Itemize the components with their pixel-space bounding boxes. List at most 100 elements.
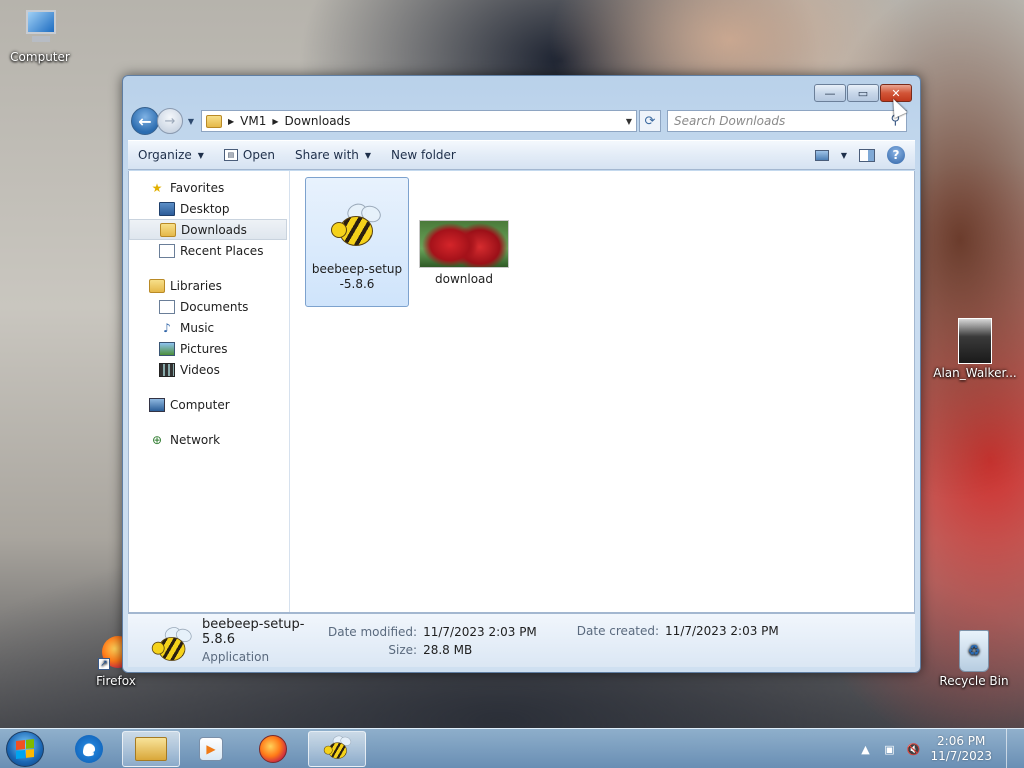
firefox-icon: [259, 735, 287, 763]
clock-time: 2:06 PM: [937, 734, 986, 748]
music-icon: ♪: [163, 320, 171, 335]
help-icon[interactable]: ?: [887, 146, 905, 164]
star-icon: ★: [151, 180, 163, 195]
nav-label: Videos: [180, 362, 220, 377]
network-status-icon[interactable]: ▣: [882, 742, 896, 756]
nav-item-desktop[interactable]: Desktop: [129, 198, 289, 219]
file-name: beebeep-setup-5.8.6: [311, 262, 403, 291]
taskbar-internet-explorer[interactable]: e: [60, 731, 118, 767]
desktop-icon-alan-walker[interactable]: Alan_Walker...: [933, 318, 1017, 380]
file-name: download: [434, 272, 494, 286]
bee-icon: [149, 622, 194, 661]
minimize-button[interactable]: —: [814, 84, 846, 102]
back-arrow-icon: ←: [138, 111, 152, 131]
file-list[interactable]: beebeep-setup-5.8.6 download: [290, 171, 914, 612]
desktop-icon: [159, 201, 175, 216]
address-dropdown-icon[interactable]: ▼: [626, 117, 632, 126]
nav-label: Desktop: [180, 201, 230, 216]
details-file-type: Application: [202, 650, 270, 664]
recent-places-icon: [159, 243, 175, 258]
desktop-icon-computer[interactable]: Computer: [0, 8, 80, 64]
strawberry-thumbnail-icon: [419, 220, 509, 268]
command-bar: Organize ▼ ▤ Open Share with ▼ New folde…: [128, 140, 915, 170]
address-bar[interactable]: ▶ VM1 ▶ Downloads ▼: [201, 110, 637, 132]
nav-item-favorites[interactable]: ★ Favorites: [129, 177, 289, 198]
nav-label: Network: [170, 432, 221, 447]
nav-item-network[interactable]: ⊕ Network: [129, 429, 289, 450]
breadcrumb-separator-icon[interactable]: ▶: [272, 117, 278, 126]
explorer-body: ★ Favorites Desktop Downloads Recent Pla…: [128, 171, 915, 613]
refresh-icon: ⟳: [644, 113, 656, 129]
taskbar: e ▶ ▲ ▣ 🔇 2:06 PM 11/7/2023: [0, 728, 1024, 768]
new-folder-button[interactable]: New folder: [381, 141, 466, 169]
nav-label: Documents: [180, 299, 249, 314]
show-hidden-icons-icon[interactable]: ▲: [858, 742, 872, 756]
open-button[interactable]: ▤ Open: [214, 141, 285, 169]
folder-icon: [135, 737, 167, 761]
nav-item-videos[interactable]: Videos: [129, 359, 289, 380]
nav-label: Downloads: [181, 222, 247, 237]
bee-icon: [322, 733, 353, 766]
recycle-bin-icon: ♻: [959, 630, 989, 672]
details-file-name: beebeep-setup-5.8.6: [202, 617, 305, 647]
desktop-icon-label: Computer: [10, 50, 70, 64]
search-box[interactable]: ⚲: [667, 110, 907, 132]
maximize-button[interactable]: ▭: [847, 84, 879, 102]
computer-icon: [149, 397, 165, 412]
internet-explorer-icon: e: [75, 735, 103, 763]
navigation-pane[interactable]: ★ Favorites Desktop Downloads Recent Pla…: [129, 171, 290, 612]
image-thumbnail-icon: [958, 318, 992, 364]
search-input[interactable]: [674, 114, 874, 128]
back-button[interactable]: ←: [131, 107, 159, 135]
share-with-button[interactable]: Share with ▼: [285, 141, 381, 169]
date-modified-label: Date modified:: [328, 624, 418, 639]
show-desktop-button[interactable]: [1006, 729, 1016, 768]
chevron-down-icon: ▼: [364, 150, 372, 160]
volume-muted-icon[interactable]: 🔇: [906, 742, 921, 756]
size-label: Size:: [388, 642, 418, 657]
desktop-icon-recycle-bin[interactable]: ♻ Recycle Bin: [934, 630, 1014, 688]
nav-item-downloads[interactable]: Downloads: [129, 219, 287, 240]
address-row: ← → ▼ ▶ VM1 ▶ Downloads ▼ ⟳ ⚲: [131, 106, 912, 136]
explorer-window: — ▭ ✕ ← → ▼ ▶ VM1 ▶ Downloads ▼ ⟳ ⚲ Orga…: [122, 75, 921, 673]
preview-pane-icon[interactable]: [859, 148, 875, 162]
clock[interactable]: 2:06 PM 11/7/2023: [930, 734, 992, 764]
file-item[interactable]: beebeep-setup-5.8.6: [305, 177, 409, 307]
refresh-button[interactable]: ⟳: [639, 110, 661, 132]
nav-item-libraries[interactable]: Libraries: [129, 275, 289, 296]
downloads-folder-icon: [160, 222, 176, 237]
nav-item-documents[interactable]: Documents: [129, 296, 289, 317]
forward-button[interactable]: →: [157, 108, 183, 134]
breadcrumb-vm1[interactable]: VM1: [240, 114, 266, 128]
taskbar-firefox[interactable]: [244, 731, 302, 767]
nav-label: Computer: [170, 397, 230, 412]
start-button[interactable]: [6, 731, 44, 767]
date-modified-value: 11/7/2023 2:03 PM: [423, 624, 537, 639]
recent-pages-dropdown[interactable]: ▼: [185, 117, 197, 126]
organize-button[interactable]: Organize ▼: [128, 141, 214, 169]
taskbar-beebeep[interactable]: [308, 731, 366, 767]
windows-logo-icon: [16, 739, 34, 759]
taskbar-windows-explorer[interactable]: [122, 731, 180, 767]
breadcrumb-downloads[interactable]: Downloads: [285, 114, 351, 128]
bee-icon: [327, 198, 387, 258]
network-icon: ⊕: [151, 432, 163, 447]
organize-label: Organize: [138, 148, 192, 162]
nav-item-music[interactable]: ♪ Music: [129, 317, 289, 338]
file-item[interactable]: download: [412, 177, 516, 297]
change-view-icon[interactable]: [814, 149, 829, 161]
taskbar-media-player[interactable]: ▶: [182, 731, 240, 767]
nav-group-libraries: Libraries Documents ♪ Music Pictures Vid…: [129, 275, 289, 380]
nav-item-recent-places[interactable]: Recent Places: [129, 240, 289, 261]
libraries-icon: [149, 278, 165, 293]
nav-group-network: ⊕ Network: [129, 429, 289, 450]
nav-item-pictures[interactable]: Pictures: [129, 338, 289, 359]
view-options-dropdown[interactable]: ▼: [841, 151, 847, 160]
breadcrumb-separator-icon[interactable]: ▶: [228, 117, 234, 126]
new-folder-label: New folder: [391, 148, 456, 162]
details-grid-1: Date modified: 11/7/2023 2:03 PM Size: 2…: [328, 625, 537, 657]
forward-arrow-icon: →: [164, 113, 176, 129]
desktop-icon-label: Recycle Bin: [939, 674, 1009, 688]
clock-date: 11/7/2023: [930, 749, 992, 763]
nav-item-computer[interactable]: Computer: [129, 394, 289, 415]
